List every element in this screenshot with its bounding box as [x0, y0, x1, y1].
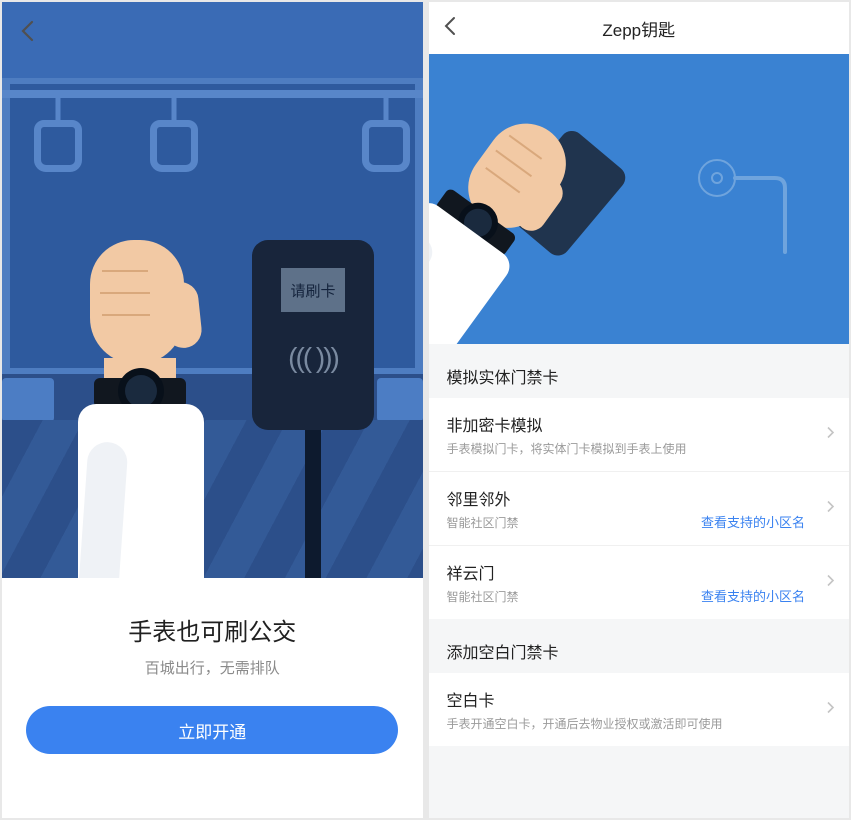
section-title-simulate: 模拟实体门禁卡: [429, 344, 850, 398]
chevron-right-icon: [826, 700, 835, 719]
list-item-unencrypted[interactable]: 非加密卡模拟 手表模拟门卡，将实体门卡模拟到手表上使用: [429, 398, 850, 472]
section-title-blank: 添加空白门禁卡: [429, 619, 850, 673]
list-item-linlilinwai[interactable]: 邻里邻外 智能社区门禁 查看支持的小区名: [429, 472, 850, 546]
hand-strap: [150, 98, 198, 172]
list-item-title: 空白卡: [447, 687, 812, 711]
transit-hero-illustration: 请刷卡 ((( ))): [2, 2, 423, 578]
reader-screen-label: 请刷卡: [281, 268, 345, 312]
hand-strap: [34, 98, 82, 172]
transit-subtitle: 百城出行，无需排队: [26, 657, 399, 678]
activate-button[interactable]: 立即开通: [26, 706, 398, 754]
hand-strap: [362, 98, 410, 172]
transit-title: 手表也可刷公交: [26, 612, 399, 647]
key-hero-illustration: ))): [429, 54, 850, 344]
chevron-left-icon: [443, 16, 456, 36]
door-handle-icon: [697, 158, 793, 283]
chevron-right-icon: [826, 573, 835, 592]
transit-panel: 手表也可刷公交 百城出行，无需排队 立即开通: [2, 578, 423, 778]
key-body: 模拟实体门禁卡 非加密卡模拟 手表模拟门卡，将实体门卡模拟到手表上使用 邻里邻外…: [429, 344, 850, 818]
simulate-card-list: 非加密卡模拟 手表模拟门卡，将实体门卡模拟到手表上使用 邻里邻外 智能社区门禁 …: [429, 398, 850, 619]
supported-communities-link[interactable]: 查看支持的小区名: [701, 586, 805, 605]
list-item-xiangyunmen[interactable]: 祥云门 智能社区门禁 查看支持的小区名: [429, 546, 850, 619]
chevron-right-icon: [826, 425, 835, 444]
header-title: Zepp钥匙: [429, 16, 850, 41]
chevron-left-icon: [20, 20, 34, 42]
arm-with-watch: [64, 240, 214, 578]
back-button[interactable]: [443, 16, 456, 41]
chevron-right-icon: [826, 499, 835, 518]
list-item-subtitle: 手表开通空白卡，开通后去物业授权或激活即可使用: [447, 715, 812, 732]
list-item-title: 邻里邻外: [447, 486, 812, 510]
list-item-blank-card[interactable]: 空白卡 手表开通空白卡，开通后去物业授权或激活即可使用: [429, 673, 850, 746]
supported-communities-link[interactable]: 查看支持的小区名: [701, 512, 805, 531]
list-item-title: 非加密卡模拟: [447, 412, 812, 436]
hang-bar: [2, 90, 423, 98]
transit-onboarding-screen: 请刷卡 ((( ))) 手表也可刷公交 百城出行，无需排队 立即开通: [2, 2, 423, 818]
list-item-title: 祥云门: [447, 560, 812, 584]
header: Zepp钥匙: [429, 2, 850, 54]
back-button[interactable]: [20, 20, 34, 47]
list-item-subtitle: 手表模拟门卡，将实体门卡模拟到手表上使用: [447, 440, 812, 457]
blank-card-list: 空白卡 手表开通空白卡，开通后去物业授权或激活即可使用: [429, 673, 850, 746]
nfc-waves-icon: ((( ))): [288, 342, 338, 374]
zepp-key-screen: Zepp钥匙 ))) 模拟实体门禁卡: [429, 2, 850, 818]
card-reader: 请刷卡 ((( ))): [252, 240, 374, 430]
